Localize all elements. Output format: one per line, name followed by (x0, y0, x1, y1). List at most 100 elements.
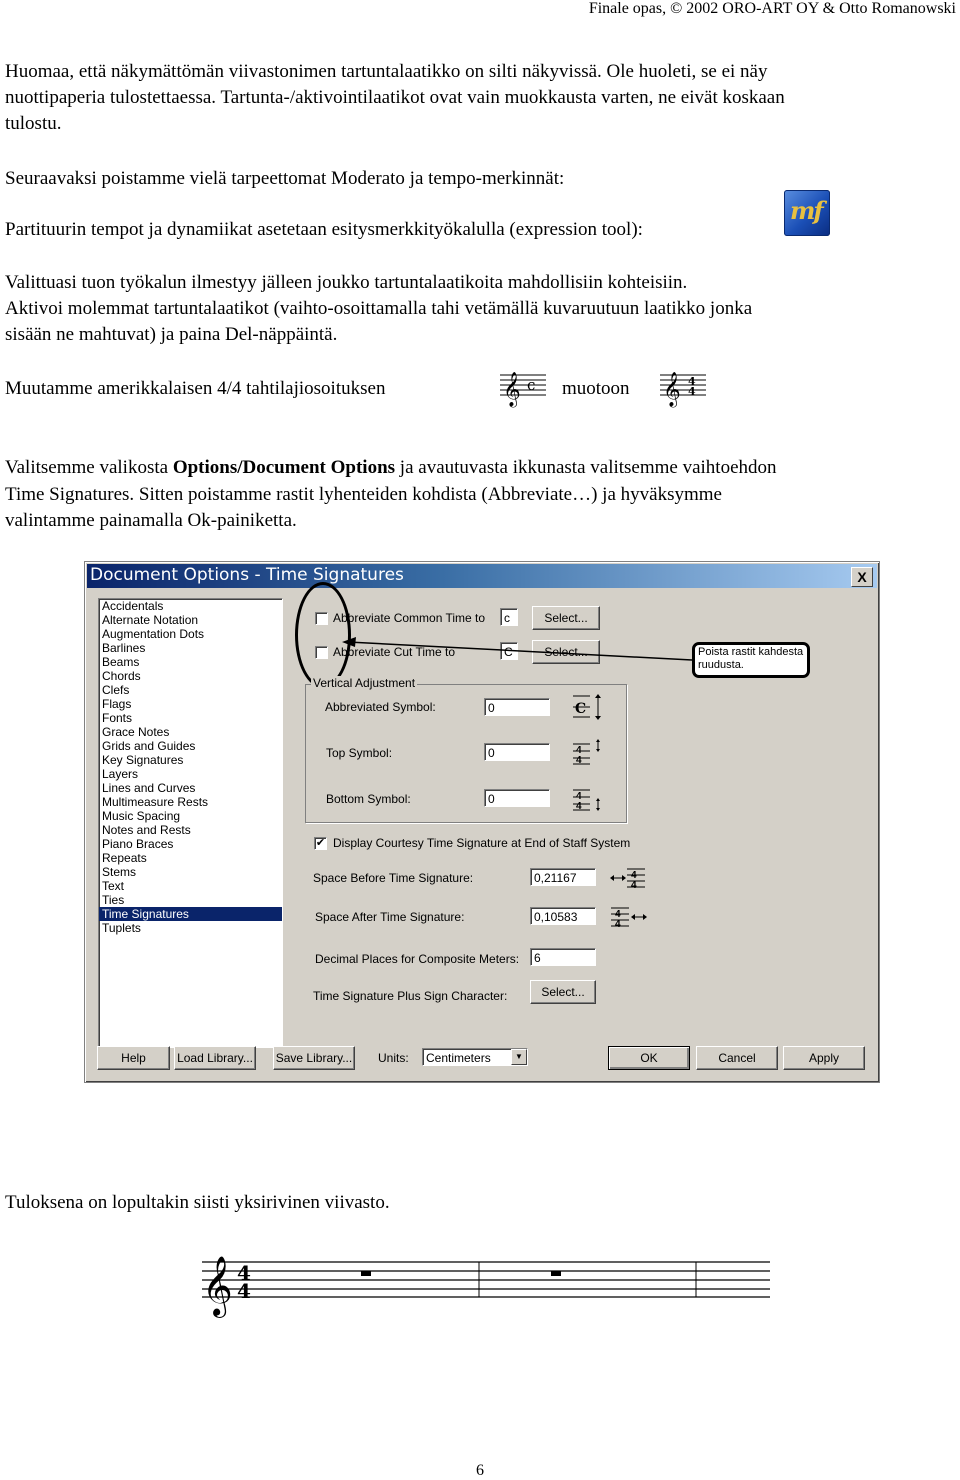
dialog-title: Document Options - Time Signatures (90, 565, 404, 585)
space-after-icon: 44 (611, 907, 647, 930)
options-category-list[interactable]: Accidentals Alternate Notation Augmentatio… (98, 598, 283, 1048)
list-item[interactable]: Lines and Curves (99, 781, 282, 795)
menu-path-bold: Options/Document Options (172, 457, 396, 478)
vertical-adjustment-label: Vertical Adjustment (311, 676, 418, 690)
close-icon[interactable]: X (851, 567, 873, 587)
abbreviate-common-time-label: Abbreviate Common Time to (333, 611, 486, 625)
paragraph-6-line-3: valintamme painamalla Ok-painiketta. (5, 510, 297, 531)
load-library-button[interactable]: Load Library... (174, 1046, 256, 1070)
common-time-symbol-field[interactable]: c (500, 608, 518, 626)
select-common-time-button[interactable]: Select... (532, 606, 600, 630)
abbreviated-symbol-label: Abbreviated Symbol: (325, 700, 436, 714)
paragraph-7: Tuloksena on lopultakin siisti yksirivin… (5, 1192, 390, 1213)
list-item[interactable]: Alternate Notation (99, 613, 282, 627)
list-item[interactable]: Multimeasure Rests (99, 795, 282, 809)
list-item[interactable]: Flags (99, 697, 282, 711)
top-symbol-field[interactable]: 0 (484, 743, 550, 761)
whole-rest-2 (551, 1271, 561, 1276)
common-time-staff-icon: 𝄞 c (500, 372, 546, 408)
svg-text:4: 4 (631, 880, 637, 891)
svg-text:4: 4 (576, 755, 582, 766)
list-item[interactable]: Stems (99, 865, 282, 879)
list-item[interactable]: Barlines (99, 641, 282, 655)
decimal-places-label: Decimal Places for Composite Meters: (315, 952, 520, 966)
paragraph-5-text-b: muotoon (562, 378, 630, 399)
paragraph-4-line-1: Valittuasi tuon työkalun ilmestyy jällee… (5, 272, 688, 293)
list-item[interactable]: Notes and Rests (99, 823, 282, 837)
expression-tool-glyph: mf (790, 196, 824, 225)
paragraph-5-text-a: Muutamme amerikkalaisen 4/4 tahtilajioso… (5, 378, 386, 399)
select-plus-sign-button[interactable]: Select... (530, 980, 596, 1004)
paragraph-1-line-1: Huomaa, että näkymättömän viivastonimen … (5, 61, 768, 82)
list-item[interactable]: Ties (99, 893, 282, 907)
space-before-icon: 44 (610, 868, 645, 891)
units-select[interactable]: Centimeters ▼ (422, 1048, 528, 1066)
list-item[interactable]: Grace Notes (99, 725, 282, 739)
list-item[interactable]: Tuplets (99, 921, 282, 935)
list-item[interactable]: Accidentals (99, 599, 282, 613)
paragraph-4-line-2: Aktivoi molemmat tartuntalaatikot (vaiht… (5, 298, 753, 319)
list-item[interactable]: Layers (99, 767, 282, 781)
paragraph-4-line-3: sisään ne mahtuvat) ja paina Del-näppäin… (5, 324, 338, 345)
annotation-callout: Poista rastit kahdesta ruudusta. (692, 642, 810, 678)
units-value: Centimeters (426, 1051, 491, 1065)
annotation-arrow (342, 637, 693, 661)
svg-text:4: 4 (615, 919, 621, 930)
paragraph-1-line-3: tulostu. (5, 113, 62, 134)
plus-sign-label: Time Signature Plus Sign Character: (313, 989, 508, 1003)
list-item[interactable]: Clefs (99, 683, 282, 697)
list-item[interactable]: Repeats (99, 851, 282, 865)
paragraph-3: Partituurin tempot ja dynamiikat aseteta… (5, 219, 643, 240)
abbreviated-symbol-field[interactable]: 0 (484, 698, 550, 716)
document-options-dialog: Document Options - Time Signatures X Acc… (84, 561, 880, 1083)
bottom-symbol-icon: 44 (573, 789, 600, 812)
paragraph-6-text: Valitsemme valikosta (5, 457, 173, 478)
units-label: Units: (378, 1051, 409, 1065)
paragraph-6-line-2: Time Signatures. Sitten poistamme rastit… (5, 484, 722, 505)
page-header: Finale opas, © 2002 ORO-ART OY & Otto Ro… (588, 0, 956, 17)
list-item[interactable]: Augmentation Dots (99, 627, 282, 641)
svg-text:c: c (527, 376, 535, 394)
apply-button[interactable]: Apply (783, 1046, 865, 1070)
list-item[interactable]: Key Signatures (99, 753, 282, 767)
space-after-field[interactable]: 0,10583 (530, 907, 596, 925)
list-item[interactable]: Chords (99, 669, 282, 683)
paragraph-6-line-1: Valitsemme valikosta Options/Document Op… (5, 455, 777, 481)
list-item[interactable]: Music Spacing (99, 809, 282, 823)
list-item[interactable]: Piano Braces (99, 837, 282, 851)
svg-text:𝄞: 𝄞 (663, 372, 681, 408)
list-item[interactable]: Fonts (99, 711, 282, 725)
abbreviated-symbol-icon: C (573, 694, 601, 720)
paragraph-6-text: ja avautuvasta ikkunasta valitsemme vaih… (395, 457, 777, 478)
save-library-button[interactable]: Save Library... (273, 1046, 355, 1070)
top-symbol-icon: 44 (573, 739, 600, 766)
help-button[interactable]: Help (97, 1046, 170, 1070)
top-symbol-label: Top Symbol: (326, 746, 393, 760)
paragraph-2: Seuraavaksi poistamme vielä tarpeettomat… (5, 168, 565, 189)
expression-tool-icon: mf (784, 190, 830, 236)
cancel-button[interactable]: Cancel (696, 1046, 778, 1070)
space-before-field[interactable]: 0,21167 (530, 868, 596, 886)
result-staff: 𝄞 4 4 (202, 1256, 770, 1318)
decimal-places-field[interactable]: 6 (530, 948, 596, 966)
svg-text:C: C (575, 701, 586, 717)
chevron-down-icon[interactable]: ▼ (511, 1049, 527, 1065)
courtesy-time-signature-checkbox[interactable]: ✔ (314, 837, 327, 850)
four-four-staff-icon: 𝄞 4 4 (660, 372, 706, 408)
list-item[interactable]: Grids and Guides (99, 739, 282, 753)
space-after-label: Space After Time Signature: (315, 910, 465, 924)
list-item[interactable]: Text (99, 879, 282, 893)
space-before-label: Space Before Time Signature: (313, 871, 474, 885)
treble-clef-icon: 𝄞 (202, 1256, 233, 1318)
list-item[interactable]: Time Signatures (99, 907, 282, 921)
ok-button[interactable]: OK (608, 1046, 690, 1070)
svg-text:4: 4 (576, 801, 582, 812)
list-item[interactable]: Beams (99, 655, 282, 669)
page-number: 6 (476, 1462, 484, 1479)
staff-lines (202, 1261, 770, 1298)
bottom-symbol-field[interactable]: 0 (484, 789, 550, 807)
svg-text:4: 4 (688, 385, 696, 398)
paragraph-1-line-2: nuottipaperia tulostettaessa. Tartunta-/… (5, 87, 785, 108)
svg-text:𝄞: 𝄞 (503, 372, 521, 408)
time-sig-bottom: 4 (237, 1279, 251, 1303)
